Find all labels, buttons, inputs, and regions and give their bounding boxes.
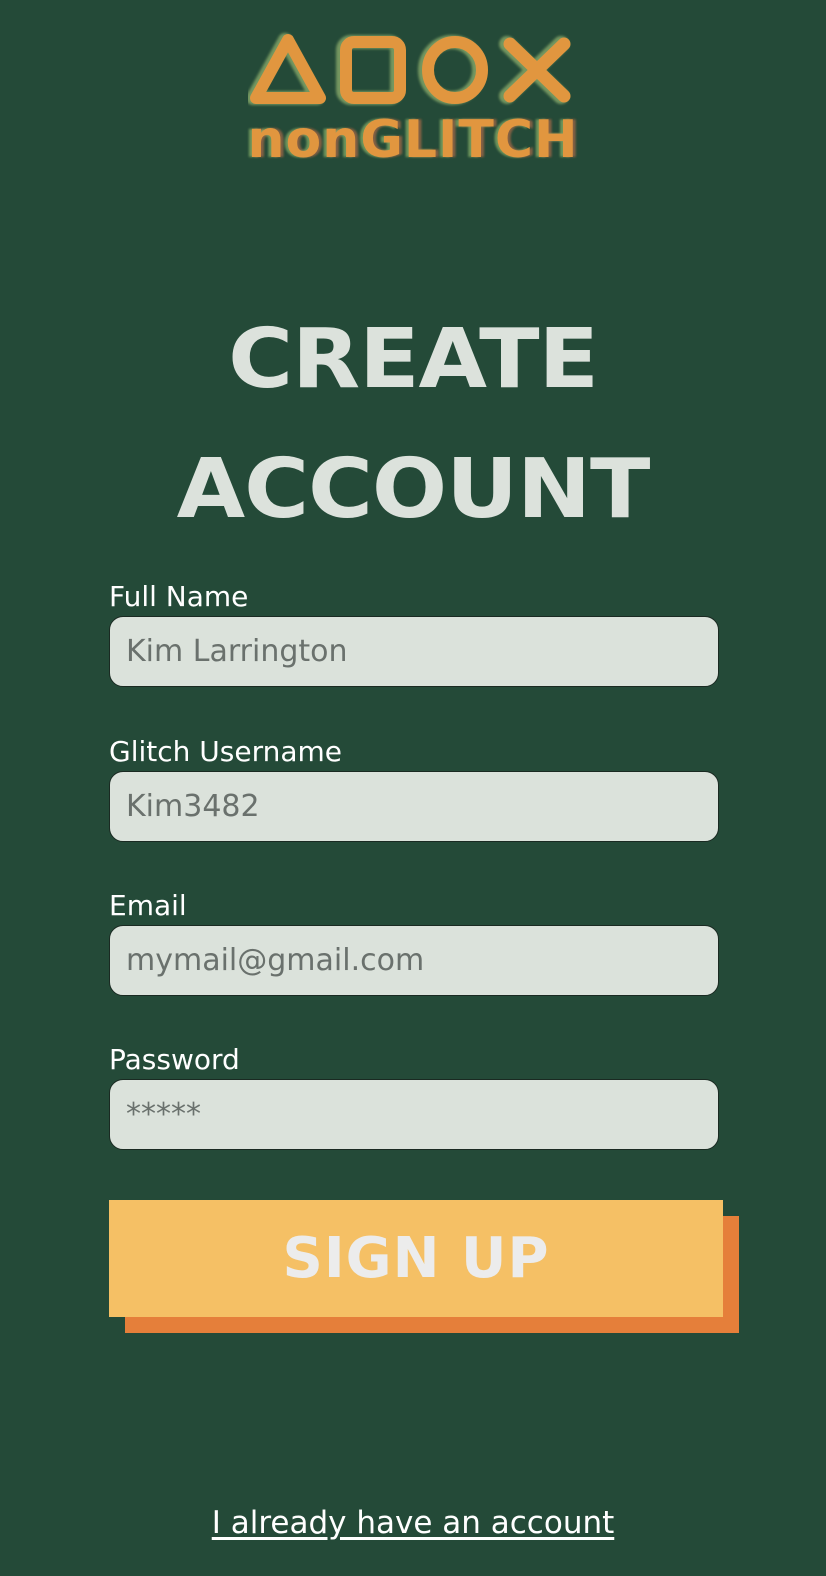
full-name-input[interactable] bbox=[109, 616, 719, 687]
logo-symbols bbox=[248, 33, 571, 105]
circle-icon bbox=[418, 35, 488, 105]
username-input[interactable] bbox=[109, 771, 719, 842]
login-link[interactable]: I already have an account bbox=[0, 1505, 826, 1541]
password-label: Password bbox=[109, 1043, 240, 1076]
logo-wordmark: nonGLITCH bbox=[247, 110, 579, 170]
password-input[interactable] bbox=[109, 1079, 719, 1150]
email-input[interactable] bbox=[109, 925, 719, 996]
signup-button[interactable]: SIGN UP bbox=[109, 1200, 723, 1317]
triangle-icon bbox=[248, 33, 326, 105]
cross-icon bbox=[499, 36, 571, 104]
page-title-line-2: ACCOUNT bbox=[176, 442, 651, 537]
username-label: Glitch Username bbox=[109, 735, 343, 768]
email-label: Email bbox=[109, 889, 187, 922]
square-icon bbox=[336, 35, 406, 105]
full-name-label: Full Name bbox=[109, 580, 249, 613]
page-title-line-1: CREATE bbox=[228, 312, 599, 407]
page-title: CREATE ACCOUNT bbox=[0, 295, 826, 555]
